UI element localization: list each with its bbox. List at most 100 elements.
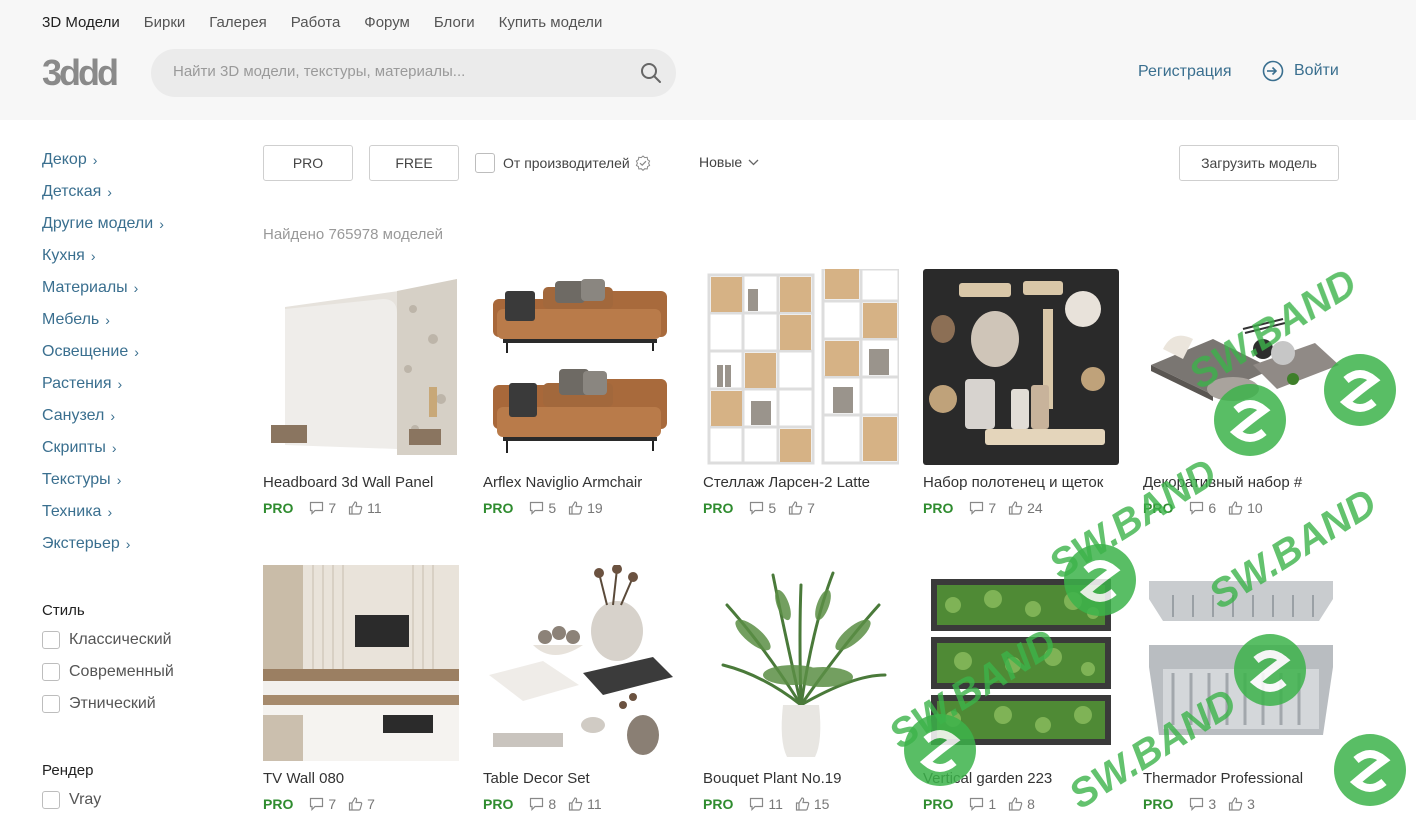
free-filter-button[interactable]: FREE: [369, 145, 459, 181]
model-card[interactable]: Декоративный набор # PRO 6 10: [1143, 269, 1339, 516]
model-thumbnail[interactable]: [483, 269, 679, 465]
comments-count: 5: [749, 500, 776, 516]
category-label: Кухня: [42, 247, 85, 264]
model-title[interactable]: Thermador Professional: [1143, 770, 1339, 788]
style-modern[interactable]: Современный: [42, 656, 232, 688]
pro-badge: PRO: [483, 500, 514, 516]
category-kids[interactable]: Детская ›: [42, 176, 232, 208]
site-logo[interactable]: 3ddd: [42, 55, 128, 91]
model-title[interactable]: Vertical garden 223: [923, 770, 1119, 788]
model-title[interactable]: Arflex Naviglio Armchair: [483, 474, 679, 492]
nav-jobs[interactable]: Работа: [291, 13, 341, 33]
model-title[interactable]: Table Decor Set: [483, 770, 679, 788]
model-thumbnail[interactable]: [923, 565, 1119, 761]
category-decor[interactable]: Декор ›: [42, 144, 232, 176]
category-exterior[interactable]: Экстерьер ›: [42, 528, 232, 560]
model-card[interactable]: TV Wall 080 PRO 7 7: [263, 565, 459, 812]
likes-value: 24: [1027, 500, 1043, 516]
style-label: Этнический: [69, 695, 156, 712]
model-title[interactable]: TV Wall 080: [263, 770, 459, 788]
render-vray[interactable]: Vray: [42, 784, 232, 816]
login-button[interactable]: Войти: [1262, 60, 1339, 82]
model-title[interactable]: Bouquet Plant No.19: [703, 770, 899, 788]
model-thumbnail[interactable]: [1143, 565, 1339, 761]
chevron-right-icon: ›: [116, 472, 122, 488]
model-thumbnail[interactable]: [263, 269, 459, 465]
category-textures[interactable]: Текстуры ›: [42, 464, 232, 496]
model-card[interactable]: Набор полотенец и щеток PRO 7 24: [923, 269, 1119, 516]
model-meta: PRO 11 15: [703, 796, 899, 812]
search-icon[interactable]: [640, 62, 662, 84]
category-appliances[interactable]: Техника ›: [42, 496, 232, 528]
category-label: Освещение: [42, 343, 129, 360]
model-meta: PRO 1 8: [923, 796, 1119, 812]
model-card[interactable]: Стеллаж Ларсен-2 Latte PRO 5 7: [703, 269, 899, 516]
category-scripts[interactable]: Скрипты ›: [42, 432, 232, 464]
model-card[interactable]: Headboard 3d Wall Panel PRO 7 11: [263, 269, 459, 516]
site-header: 3D Модели Бирки Галерея Работа Форум Бло…: [0, 0, 1416, 120]
upload-model-button[interactable]: Загрузить модель: [1179, 145, 1339, 181]
style-ethnic[interactable]: Этнический: [42, 688, 232, 720]
comments-value: 1: [988, 796, 997, 812]
likes-count: 15: [795, 796, 829, 812]
nav-blogs[interactable]: Блоги: [434, 13, 475, 33]
model-thumbnail[interactable]: [703, 565, 899, 761]
nav-forum[interactable]: Форум: [364, 13, 410, 33]
model-title[interactable]: Headboard 3d Wall Panel: [263, 474, 459, 492]
checkbox[interactable]: [42, 791, 60, 809]
model-thumbnail[interactable]: [1143, 269, 1339, 465]
model-meta: PRO 6 10: [1143, 500, 1339, 516]
model-meta: PRO 8 11: [483, 796, 679, 812]
like-icon: [349, 797, 363, 811]
category-plants[interactable]: Растения ›: [42, 368, 232, 400]
category-bathroom[interactable]: Санузел ›: [42, 400, 232, 432]
chevron-right-icon: ›: [107, 504, 113, 520]
comments-count: 3: [1189, 796, 1216, 812]
model-card[interactable]: Bouquet Plant No.19 PRO 11 15: [703, 565, 899, 812]
model-meta: PRO 7 24: [923, 500, 1119, 516]
model-thumbnail[interactable]: [703, 269, 899, 465]
category-furniture[interactable]: Мебель ›: [42, 304, 232, 336]
checkbox[interactable]: [42, 695, 60, 713]
pro-badge: PRO: [703, 796, 734, 812]
comments-count: 7: [309, 796, 336, 812]
model-thumbnail[interactable]: [263, 565, 459, 761]
category-kitchen[interactable]: Кухня ›: [42, 240, 232, 272]
category-lighting[interactable]: Освещение ›: [42, 336, 232, 368]
pro-badge: PRO: [1143, 500, 1174, 516]
category-materials[interactable]: Материалы ›: [42, 272, 232, 304]
nav-gallery[interactable]: Галерея: [209, 13, 267, 33]
pro-filter-button[interactable]: PRO: [263, 145, 353, 181]
like-icon: [569, 501, 583, 515]
register-link[interactable]: Регистрация: [1138, 63, 1232, 81]
nav-tags[interactable]: Бирки: [144, 13, 186, 33]
manufacturers-checkbox[interactable]: [475, 153, 495, 173]
model-card[interactable]: Vertical garden 223 PRO 1 8: [923, 565, 1119, 812]
category-label: Другие модели: [42, 215, 154, 232]
comment-icon: [970, 797, 984, 811]
model-thumbnail[interactable]: [483, 565, 679, 761]
like-icon: [349, 501, 363, 515]
nav-buy-models[interactable]: Купить модели: [499, 13, 603, 33]
comments-count: 7: [969, 500, 996, 516]
chevron-right-icon: ›: [134, 344, 139, 360]
style-label: Современный: [69, 663, 174, 680]
model-card[interactable]: Thermador Professional PRO 3 3: [1143, 565, 1339, 812]
pro-badge: PRO: [1143, 796, 1174, 812]
checkbox[interactable]: [42, 631, 60, 649]
model-title[interactable]: Стеллаж Ларсен-2 Latte: [703, 474, 899, 492]
comments-value: 7: [328, 796, 337, 812]
style-classic[interactable]: Классический: [42, 624, 232, 656]
sort-dropdown[interactable]: Новые: [699, 154, 759, 170]
model-card[interactable]: Arflex Naviglio Armchair PRO 5 19: [483, 269, 679, 516]
category-other[interactable]: Другие модели ›: [42, 208, 232, 240]
nav-3d-models[interactable]: 3D Модели: [42, 13, 120, 33]
model-thumbnail[interactable]: [923, 269, 1119, 465]
model-title[interactable]: Декоративный набор #: [1143, 474, 1339, 492]
search-input[interactable]: [173, 63, 613, 80]
model-title[interactable]: Набор полотенец и щеток: [923, 474, 1119, 492]
manufacturers-filter[interactable]: От производителей: [475, 153, 651, 173]
model-meta: PRO 5 7: [703, 500, 899, 516]
model-card[interactable]: Table Decor Set PRO 8 11: [483, 565, 679, 812]
checkbox[interactable]: [42, 663, 60, 681]
